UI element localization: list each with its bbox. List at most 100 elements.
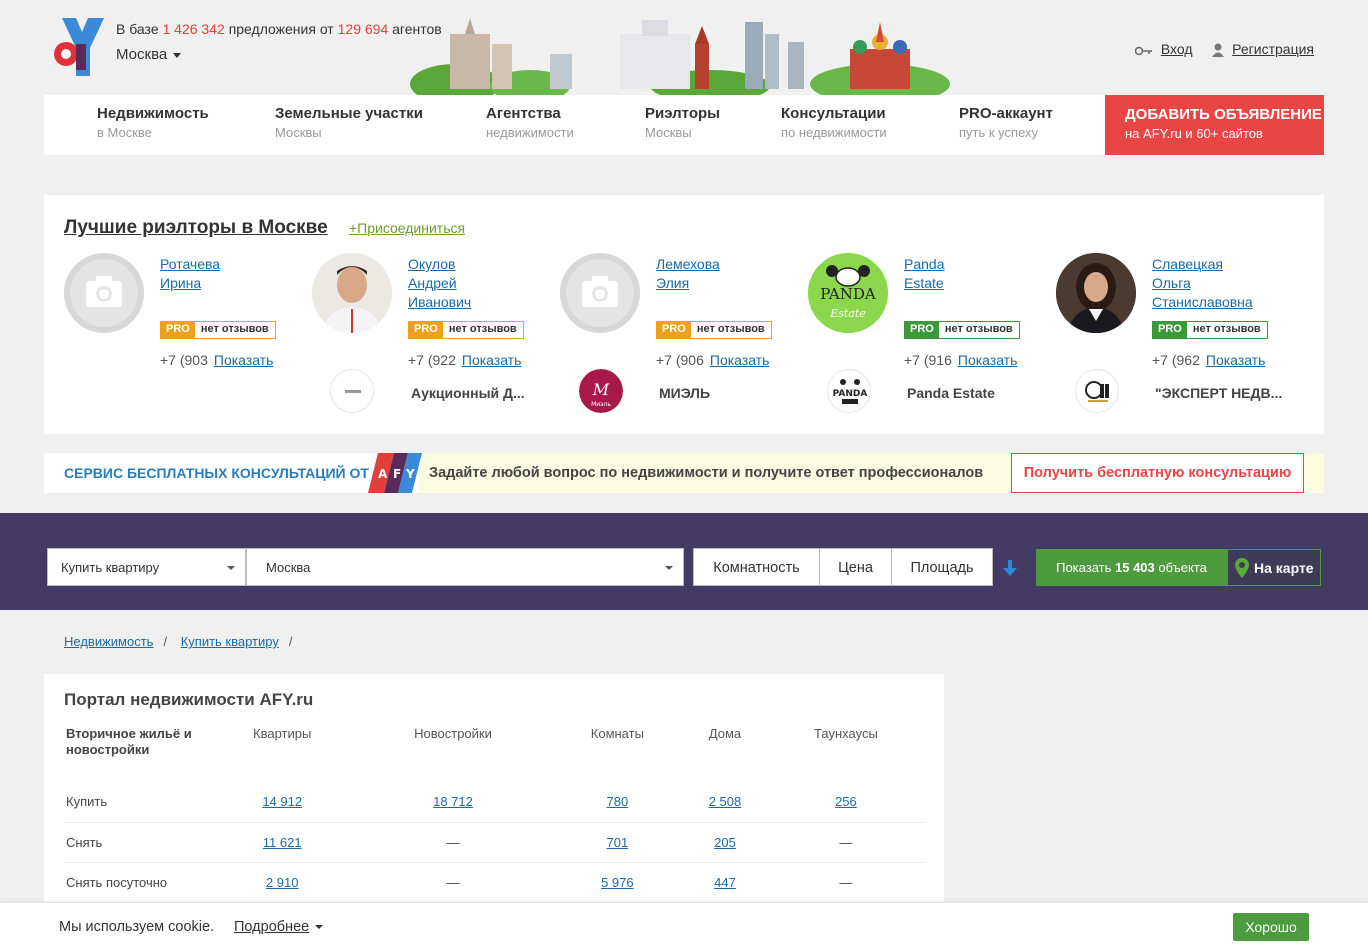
realtor-name-line[interactable]: Panda xyxy=(904,255,944,274)
svg-text:Миэль: Миэль xyxy=(591,401,611,408)
realtor-name-line[interactable]: Ирина xyxy=(160,274,220,293)
add-listing-button[interactable]: ДОБАВИТЬ ОБЪЯВЛЕНИЕ на AFY.ru и 60+ сайт… xyxy=(1105,95,1324,155)
realtor-name-line[interactable]: Станиславовна xyxy=(1152,293,1253,312)
realtor-name-line[interactable]: Иванович xyxy=(408,293,471,312)
nav-item-realtors[interactable]: Риэлторы Москвы xyxy=(645,95,720,155)
afy-logo[interactable] xyxy=(52,18,108,78)
pro-badge: PRO нет отзывов xyxy=(160,321,276,339)
show-suffix: объекта xyxy=(1158,560,1207,575)
row-label: Снять xyxy=(64,822,209,863)
cookie-more-link[interactable]: Подробнее xyxy=(234,919,324,935)
nav-item-subtitle: Москвы xyxy=(275,125,322,140)
register-link[interactable]: Регистрация xyxy=(1232,41,1314,57)
breadcrumb-buy-apartment[interactable]: Купить квартиру xyxy=(181,634,279,649)
count-link[interactable]: 256 xyxy=(835,794,857,809)
show-phone-link[interactable]: Показать xyxy=(1206,352,1266,368)
table-row: Снять 11 621 — 701 205 — xyxy=(64,822,926,863)
row-label: Купить xyxy=(64,782,209,823)
count-link[interactable]: 447 xyxy=(714,875,736,890)
miel-logo: M Миэль xyxy=(579,369,623,413)
count-link[interactable]: 11 621 xyxy=(263,835,302,850)
pro-label: PRO xyxy=(905,322,939,338)
agency-name[interactable]: Panda Estate xyxy=(907,385,1035,401)
person-photo xyxy=(1056,253,1136,333)
cookie-accept-button[interactable]: Хорошо xyxy=(1233,913,1309,941)
agency-name[interactable]: МИЭЛЬ xyxy=(659,385,787,401)
count-link[interactable]: 701 xyxy=(607,835,629,850)
breadcrumb-realty[interactable]: Недвижимость xyxy=(64,634,153,649)
agency-name[interactable]: Аукционный Д... xyxy=(411,385,539,401)
count-link[interactable]: 14 912 xyxy=(262,794,302,809)
empty-cell: — xyxy=(355,822,551,863)
chevron-down-icon xyxy=(227,566,235,570)
nav-item-realty[interactable]: Недвижимость в Москве xyxy=(97,95,209,155)
nav-item-agencies[interactable]: Агентства недвижимости xyxy=(486,95,582,155)
reviews-label: нет отзывов xyxy=(690,322,771,338)
join-link[interactable]: +Присоединиться xyxy=(349,220,465,236)
nav-item-land[interactable]: Земельные участки Москвы xyxy=(275,95,423,155)
svg-text:M: M xyxy=(592,380,610,399)
show-phone-link[interactable]: Показать xyxy=(958,352,1018,368)
map-view-button[interactable]: На карте xyxy=(1227,549,1321,586)
count-link[interactable]: 780 xyxy=(607,794,629,809)
area-filter-button[interactable]: Площадь xyxy=(891,548,993,586)
agency-logo-auction[interactable] xyxy=(330,369,374,413)
realtor-name-line[interactable]: Андрей xyxy=(408,274,471,293)
panda-estate-logo[interactable]: PANDA Estate xyxy=(808,253,888,333)
offers-mid: предложения от xyxy=(228,21,334,37)
realtor-name-line[interactable]: Ольга xyxy=(1152,274,1253,293)
base-stats: В базе 1 426 342 предложения от 129 694 … xyxy=(116,21,442,37)
show-phone-link[interactable]: Показать xyxy=(710,352,770,368)
count-link[interactable]: 2 910 xyxy=(266,875,299,890)
show-phone-link[interactable]: Показать xyxy=(214,352,274,368)
chevron-down-icon xyxy=(173,52,182,58)
avatar-placeholder[interactable] xyxy=(64,253,144,333)
portal-title: Портал недвижимости AFY.ru xyxy=(64,690,314,709)
phone-partial: +7 (962 xyxy=(1152,352,1200,368)
agency-logo-panda[interactable]: PANDA xyxy=(827,369,871,413)
count-link[interactable]: 5 976 xyxy=(601,875,634,890)
realtor-name: Лемехова Элия xyxy=(656,255,720,293)
realtor-phone: +7 (922 Показать xyxy=(408,352,521,368)
count-link[interactable]: 205 xyxy=(714,835,736,850)
login-link[interactable]: Вход xyxy=(1161,41,1193,57)
count-link[interactable]: 2 508 xyxy=(709,794,742,809)
rooms-filter-button[interactable]: Комнатность xyxy=(693,548,820,586)
count-link[interactable]: 18 712 xyxy=(433,794,473,809)
nav-item-pro-account[interactable]: PRO-аккаунт путь к успеху xyxy=(959,95,1053,155)
realtor-name-line[interactable]: Славецкая xyxy=(1152,255,1253,274)
breadcrumb: Недвижимость / Купить квартиру / xyxy=(64,634,293,649)
agency-logo-miel[interactable]: M Миэль xyxy=(579,369,623,413)
moscow-skyline-illustration xyxy=(410,18,950,95)
realtor-name-line[interactable]: Estate xyxy=(904,274,944,293)
city-select[interactable]: Москва xyxy=(246,548,684,586)
realtor-phone: +7 (916 Показать xyxy=(904,352,1017,368)
column-header: Дома xyxy=(708,726,742,741)
key-icon xyxy=(1134,46,1152,56)
agency-logo-expert[interactable] xyxy=(1075,369,1119,413)
realtors-title[interactable]: Лучшие риэлторы в Москве xyxy=(64,217,328,239)
user-icon xyxy=(1212,43,1225,57)
free-consultation-button[interactable]: Получить бесплатную консультацию xyxy=(1011,453,1304,493)
show-results-button[interactable]: Показать 15 403 объекта xyxy=(1036,549,1227,586)
arrow-down-icon[interactable] xyxy=(1001,559,1019,577)
realtor-photo[interactable] xyxy=(1056,253,1136,333)
price-filter-button[interactable]: Цена xyxy=(819,548,892,586)
realtor-name-line[interactable]: Лемехова xyxy=(656,255,720,274)
deal-type-select[interactable]: Купить квартиру xyxy=(47,548,246,586)
agency-name[interactable]: "ЭКСПЕРТ НЕДВ... xyxy=(1155,385,1283,401)
nav-item-subtitle: путь к успеху xyxy=(959,125,1039,140)
realtor-name: Славецкая Ольга Станиславовна xyxy=(1152,255,1253,312)
realtor-name: Ротачева Ирина xyxy=(160,255,220,293)
realtor-name-line[interactable]: Ротачева xyxy=(160,255,220,274)
nav-item-consultations[interactable]: Консультации по недвижимости xyxy=(781,95,895,155)
column-header: Комнаты xyxy=(590,726,644,741)
realtor-photo[interactable] xyxy=(312,253,392,333)
city-selector[interactable]: Москва xyxy=(116,46,182,63)
realtor-name-line[interactable]: Окулов xyxy=(408,255,471,274)
show-phone-link[interactable]: Показать xyxy=(462,352,522,368)
realtor-name-line[interactable]: Элия xyxy=(656,274,720,293)
avatar-placeholder[interactable] xyxy=(560,253,640,333)
reviews-label: нет отзывов xyxy=(1186,322,1267,338)
pro-badge: PRO нет отзывов xyxy=(1152,321,1268,339)
